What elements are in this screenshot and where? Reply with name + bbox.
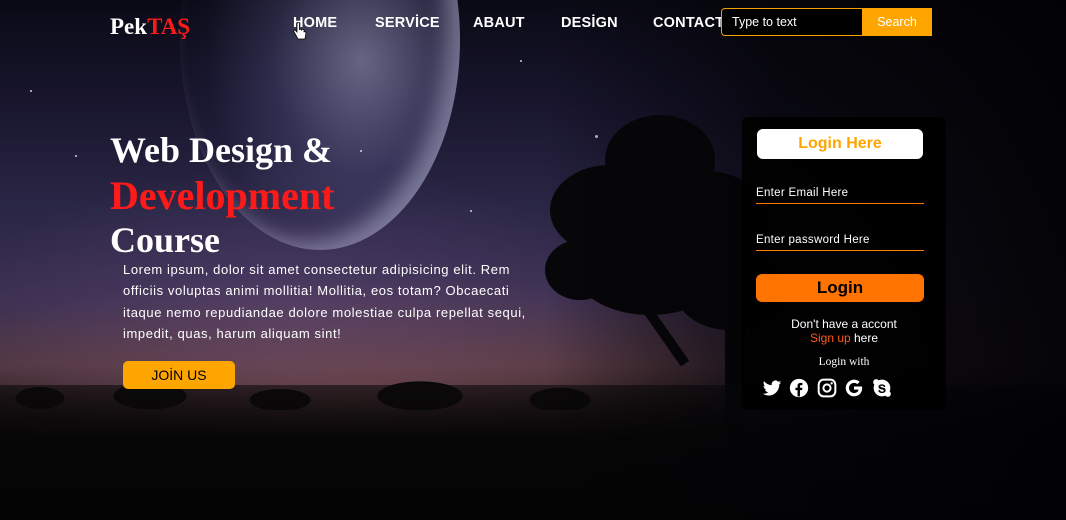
join-us-button[interactable]: JOİN US	[123, 361, 235, 389]
hand-cursor-icon	[293, 22, 307, 40]
hero-title-line1: Web Design &	[110, 130, 333, 170]
star	[30, 90, 32, 92]
star	[360, 150, 362, 152]
search-input[interactable]	[721, 8, 865, 36]
signup-suffix: here	[850, 331, 879, 345]
skype-icon[interactable]	[872, 378, 892, 398]
search-button[interactable]: Search	[862, 8, 932, 36]
nav-item-service[interactable]: SERVİCE	[375, 15, 440, 31]
login-card-title: Login Here	[757, 129, 923, 159]
brand-part1: Pek	[110, 14, 148, 39]
brand-logo[interactable]: PekTAŞ	[110, 14, 190, 40]
password-field[interactable]	[756, 229, 924, 251]
hero-title-line2: Development	[110, 173, 335, 218]
login-card: Login Here Login Don't have a accont Sig…	[742, 117, 946, 410]
hero-title-line3: Course	[110, 220, 220, 260]
login-with-label: Login with	[818, 356, 870, 368]
email-field[interactable]	[756, 182, 924, 204]
no-account-label: Don't have a accont	[791, 317, 897, 331]
star	[520, 60, 522, 62]
brand-part2: TAŞ	[147, 14, 191, 39]
no-account-text: Don't have a accont Sign up here	[742, 317, 946, 345]
star	[470, 210, 472, 212]
nav-item-design[interactable]: DESİGN	[561, 15, 618, 31]
star	[75, 155, 77, 157]
social-login-icons	[762, 378, 932, 398]
hero-description: Lorem ipsum, dolor sit amet consectetur …	[123, 262, 526, 341]
instagram-icon[interactable]	[817, 378, 837, 398]
google-icon[interactable]	[844, 378, 864, 398]
twitter-icon[interactable]	[762, 378, 782, 398]
facebook-icon[interactable]	[789, 378, 809, 398]
login-button[interactable]: Login	[756, 274, 924, 302]
hero-title: Web Design & Development Course	[110, 128, 334, 263]
nav-item-about[interactable]: ABAUT	[473, 15, 525, 31]
nav-item-contact[interactable]: CONTACT	[653, 15, 724, 31]
signup-link[interactable]: Sign up	[810, 331, 851, 345]
